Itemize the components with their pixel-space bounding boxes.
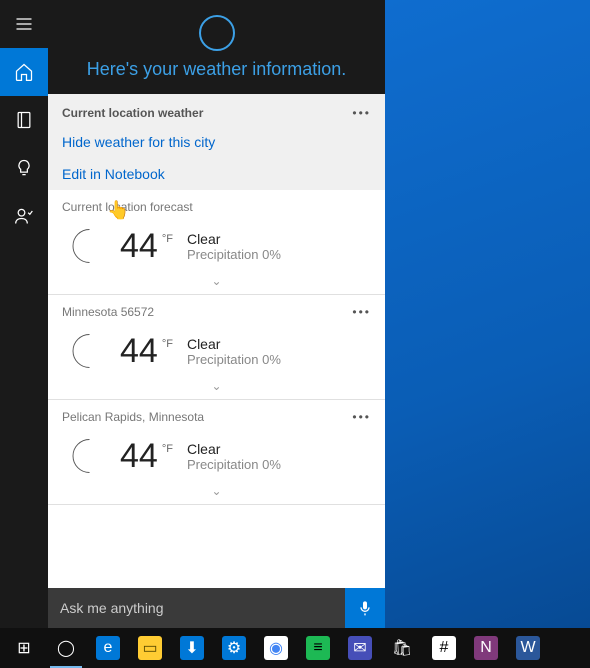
taskbar-teams[interactable]: ✉ xyxy=(340,628,380,668)
more-icon[interactable]: ••• xyxy=(352,106,371,120)
taskbar-slack[interactable]: # xyxy=(424,628,464,668)
section-header: Current location weather ••• xyxy=(48,94,385,126)
moon-icon xyxy=(62,329,106,373)
mic-button[interactable] xyxy=(345,588,385,628)
taskbar-file-explorer[interactable]: ▭ xyxy=(130,628,170,668)
menu-button[interactable] xyxy=(0,0,48,48)
taskbar-start[interactable]: ⊞ xyxy=(4,628,44,668)
search-bar[interactable]: Ask me anything xyxy=(48,588,385,628)
tips-button[interactable] xyxy=(0,144,48,192)
cortana-title: Here's your weather information. xyxy=(87,59,347,80)
taskbar-chrome[interactable]: ◉ xyxy=(256,628,296,668)
temperature: 44°F xyxy=(120,439,173,473)
cortana-main: Here's your weather information. Current… xyxy=(48,0,385,628)
content-area: Current location weather ••• Hide weathe… xyxy=(48,94,385,628)
home-button[interactable] xyxy=(0,48,48,96)
search-input[interactable]: Ask me anything xyxy=(48,588,345,628)
temperature: 44°F xyxy=(120,229,173,263)
taskbar-edge[interactable]: e xyxy=(88,628,128,668)
conditions: ClearPrecipitation 0% xyxy=(187,231,281,262)
taskbar-shopping[interactable]: 🛍 xyxy=(382,628,422,668)
location-label: Pelican Rapids, Minnesota xyxy=(62,410,204,424)
forecast-card: Current location forecast 44°F ClearPrecip… xyxy=(48,190,385,295)
more-icon[interactable]: ••• xyxy=(352,305,371,319)
taskbar-cortana[interactable]: ◯ xyxy=(46,628,86,668)
cortana-ring-icon xyxy=(199,15,235,51)
desktop-background xyxy=(385,0,590,628)
taskbar-spotify[interactable]: ≡ xyxy=(298,628,338,668)
temperature: 44°F xyxy=(120,334,173,368)
edit-notebook-link[interactable]: Edit in Notebook xyxy=(48,158,385,190)
notebook-button[interactable] xyxy=(0,96,48,144)
location-label: Current location forecast xyxy=(62,200,193,214)
location-label: Minnesota 56572 xyxy=(62,305,154,319)
taskbar-settings[interactable]: ⚙ xyxy=(214,628,254,668)
chevron-down-icon[interactable]: ⌄ xyxy=(48,272,385,290)
hide-weather-link[interactable]: Hide weather for this city xyxy=(48,126,385,158)
cortana-header: Here's your weather information. xyxy=(48,0,385,94)
taskbar-store[interactable]: ⬇ xyxy=(172,628,212,668)
taskbar-onenote[interactable]: N xyxy=(466,628,506,668)
chevron-down-icon[interactable]: ⌄ xyxy=(48,377,385,395)
conditions: ClearPrecipitation 0% xyxy=(187,336,281,367)
more-icon[interactable]: ••• xyxy=(352,410,371,424)
moon-icon xyxy=(62,434,106,478)
taskbar-word[interactable]: W xyxy=(508,628,548,668)
forecast-card: Minnesota 56572 ••• 44°F ClearPrecipitation… xyxy=(48,295,385,400)
conditions: ClearPrecipitation 0% xyxy=(187,441,281,472)
forecast-list: Current location forecast 44°F ClearPrecip… xyxy=(48,190,385,628)
moon-icon xyxy=(62,224,106,268)
forecast-card: Pelican Rapids, Minnesota ••• 44°F ClearPre… xyxy=(48,400,385,505)
cortana-panel: Here's your weather information. Current… xyxy=(0,0,385,628)
section-title: Current location weather xyxy=(62,106,203,120)
chevron-down-icon[interactable]: ⌄ xyxy=(48,482,385,500)
taskbar: ⊞◯e▭⬇⚙◉≡✉🛍#NW xyxy=(0,628,590,668)
feedback-button[interactable] xyxy=(0,192,48,240)
nav-rail xyxy=(0,0,48,628)
